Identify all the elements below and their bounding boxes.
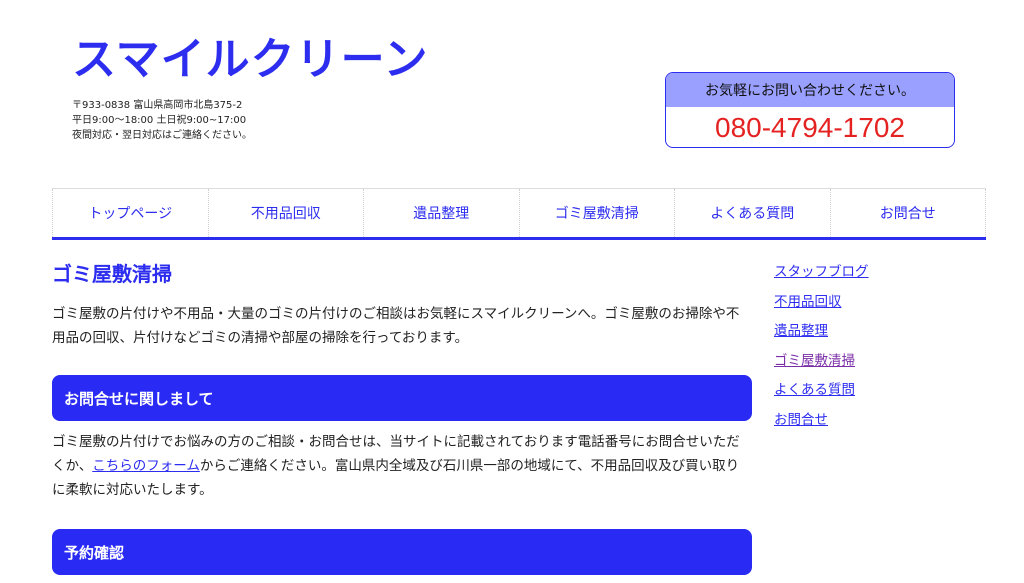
intro-text: ゴミ屋敷の片付けや不用品・大量のゴミの片付けのご相談はお気軽にスマイルクリーンへ… <box>52 306 740 346</box>
sidebar-link-staff-blog[interactable]: スタッフブログ <box>774 258 869 288</box>
sidebar-link-junk-removal[interactable]: 不用品回収 <box>774 288 869 318</box>
address-block: 〒933-0838 富山県高岡市北島375-2 平日9:00〜18:00 土日祝… <box>72 98 252 143</box>
sidebar-link-contact[interactable]: お問合せ <box>774 406 869 436</box>
address-line: 〒933-0838 富山県高岡市北島375-2 <box>72 100 243 111</box>
nav-item-contact[interactable]: お問合せ <box>829 189 986 237</box>
page: スマイルクリーン 〒933-0838 富山県高岡市北島375-2 平日9:00〜… <box>0 0 1024 583</box>
hours-line: 平日9:00〜18:00 土日祝9:00~17:00 <box>72 115 247 126</box>
contact-box: お気軽にお問い合わせください。 080-4794-1702 <box>665 72 955 148</box>
sidebar-link-estate-cleanup[interactable]: 遺品整理 <box>774 317 869 347</box>
nav-item-hoarder-cleaning[interactable]: ゴミ屋敷清掃 <box>518 189 675 237</box>
nav-item-junk-removal[interactable]: 不用品回収 <box>207 189 364 237</box>
contact-label: お気軽にお問い合わせください。 <box>666 73 954 107</box>
contact-form-link[interactable]: こちらのフォーム <box>92 458 200 474</box>
section-heading-inquiry: お問合せに関しまして <box>52 375 752 421</box>
nav-item-top[interactable]: トップページ <box>52 189 208 237</box>
site-logo-text[interactable]: スマイルクリーン <box>72 38 428 82</box>
nav-item-faq[interactable]: よくある質問 <box>674 189 830 237</box>
sidebar-link-hoarder-cleaning[interactable]: ゴミ屋敷清掃 <box>774 347 869 377</box>
section-heading-reservation: 予約確認 <box>52 529 752 575</box>
note-line: 夜間対応・翌日対応はご連絡ください。 <box>72 130 252 141</box>
nav-item-estate-cleanup[interactable]: 遺品整理 <box>363 189 519 237</box>
sidebar-link-faq[interactable]: よくある質問 <box>774 376 869 406</box>
main-nav: トップページ 不用品回収 遺品整理 ゴミ屋敷清掃 よくある質問 お問合せ <box>52 188 986 240</box>
sidebar: スタッフブログ 不用品回収 遺品整理 ゴミ屋敷清掃 よくある質問 お問合せ <box>774 258 869 435</box>
phone-number[interactable]: 080-4794-1702 <box>666 107 954 147</box>
inquiry-text: ゴミ屋敷の片付けでお悩みの方のご相談・お問合せは、当サイトに記載されております電… <box>52 430 752 502</box>
page-title: ゴミ屋敷清掃 <box>52 262 172 286</box>
